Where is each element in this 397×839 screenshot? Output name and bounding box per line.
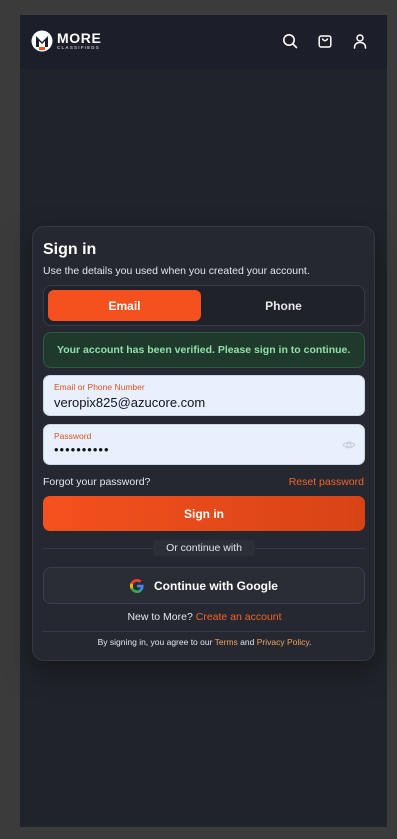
password-field-value[interactable]: ••••••••••	[54, 442, 110, 457]
divider-text: Or continue with	[153, 540, 255, 556]
google-button-label: Continue with Google	[154, 578, 278, 593]
create-account-link[interactable]: Create an account	[196, 611, 282, 623]
header-actions	[281, 32, 369, 50]
sign-in-button[interactable]: Sign in	[43, 496, 365, 531]
footer-divider	[43, 631, 365, 632]
logo[interactable]: MORE CLASSIFIEDS	[31, 28, 101, 54]
privacy-policy-link[interactable]: Privacy Policy	[257, 637, 309, 647]
email-field-label: Email or Phone Number	[54, 382, 145, 392]
create-account-row: New to More? Create an account	[33, 611, 376, 623]
shopping-bag-icon[interactable]	[316, 32, 334, 50]
google-icon	[130, 578, 144, 593]
search-icon[interactable]	[281, 32, 299, 50]
legal-and: and	[240, 637, 255, 647]
email-field[interactable]: Email or Phone Number veropix825@azucore…	[43, 375, 365, 416]
page-subtitle: Use the details you used when you create…	[43, 265, 310, 277]
email-field-value[interactable]: veropix825@azucore.com	[54, 395, 205, 410]
eye-icon[interactable]	[342, 438, 356, 452]
logo-mark-icon	[31, 30, 53, 52]
user-icon[interactable]	[351, 32, 369, 50]
login-method-tabs: Email Phone	[43, 285, 365, 326]
logo-subtitle: CLASSIFIEDS	[57, 45, 100, 50]
signin-card: Sign in Use the details you used when yo…	[32, 226, 375, 661]
google-signin-button[interactable]: Continue with Google	[43, 567, 365, 604]
terms-link[interactable]: Terms	[215, 637, 238, 647]
logo-text: MORE CLASSIFIEDS	[57, 31, 101, 51]
password-field-label: Password	[54, 431, 92, 441]
new-to-text: New to More?	[127, 611, 193, 623]
legal-text: By signing in, you agree to our Terms an…	[33, 637, 376, 647]
top-navbar: MORE CLASSIFIEDS	[20, 15, 387, 69]
password-field[interactable]: Password ••••••••••	[43, 424, 365, 465]
reset-password-link[interactable]: Reset password	[289, 476, 364, 488]
verified-alert: Your account has been verified. Please s…	[43, 332, 365, 368]
tab-phone[interactable]: Phone	[207, 290, 360, 321]
page-title: Sign in	[43, 241, 97, 258]
tab-email[interactable]: Email	[48, 290, 201, 321]
legal-end: .	[309, 637, 312, 647]
legal-prefix: By signing in, you agree to our	[97, 637, 213, 647]
app-frame: MORE CLASSIFIEDS Sign in Use the details…	[20, 15, 387, 827]
forgot-password-text: Forgot your password?	[43, 476, 151, 488]
logo-word: MORE	[57, 30, 102, 46]
